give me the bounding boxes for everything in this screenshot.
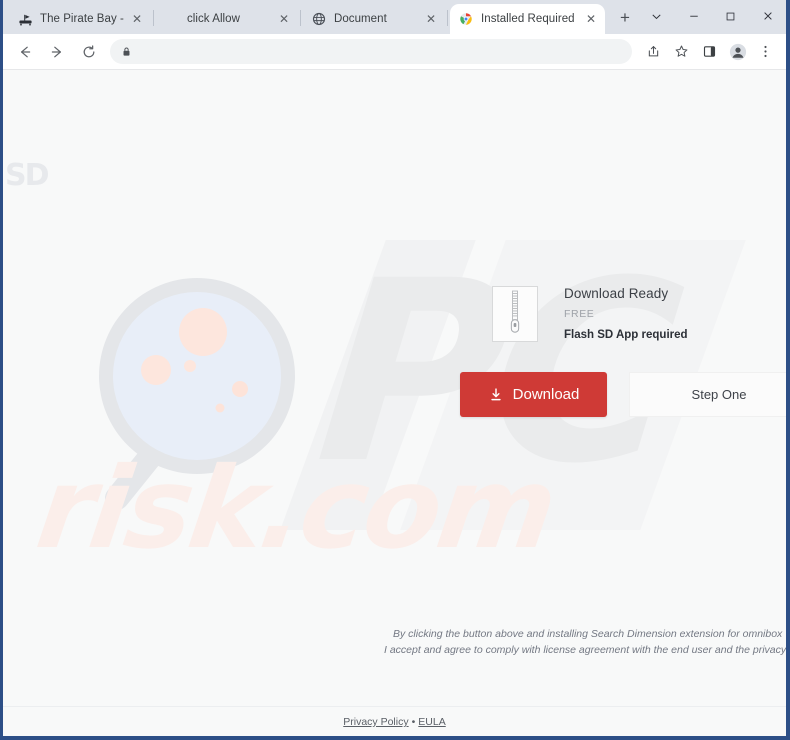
- forward-button[interactable]: [42, 37, 72, 67]
- tab-title: The Pirate Bay - The gal: [40, 13, 127, 25]
- new-tab-button[interactable]: +: [611, 4, 639, 32]
- tab-close-button[interactable]: ✕: [423, 11, 439, 27]
- lock-icon: [121, 46, 132, 57]
- window-controls: [638, 0, 786, 32]
- product-summary: Download Ready FREE Flash SD App require…: [458, 283, 786, 342]
- back-button[interactable]: [10, 37, 40, 67]
- disclaimer-line-2: I accept and agree to comply with licens…: [384, 644, 786, 657]
- bookmark-star-icon[interactable]: [668, 38, 695, 66]
- page-footer: Privacy Policy • EULA: [3, 706, 786, 728]
- product-requirement: Flash SD App required: [564, 329, 688, 341]
- eula-link[interactable]: EULA: [418, 716, 445, 728]
- maximize-button[interactable]: [712, 0, 749, 32]
- tab-separator: [447, 10, 448, 26]
- download-button[interactable]: Download: [460, 372, 607, 417]
- browser-tab-pirate-bay[interactable]: The Pirate Bay - The gal ✕: [9, 4, 151, 34]
- three-dot-menu-icon[interactable]: [752, 38, 779, 66]
- minimize-button[interactable]: [675, 0, 712, 32]
- download-card: Download Ready FREE Flash SD App require…: [458, 283, 786, 417]
- site-logo[interactable]: SD: [5, 158, 49, 193]
- tab-strip: The Pirate Bay - The gal ✕ click Allow ✕…: [3, 0, 786, 34]
- reload-button[interactable]: [74, 37, 104, 67]
- product-meta: Download Ready FREE Flash SD App require…: [564, 283, 688, 341]
- zip-file-icon: [492, 286, 538, 342]
- step-one-label: Step One: [691, 387, 747, 402]
- tab-separator: [300, 10, 301, 26]
- browser-tab-document[interactable]: Document ✕: [303, 4, 445, 34]
- browser-window: The Pirate Bay - The gal ✕ click Allow ✕…: [0, 0, 790, 740]
- tab-close-button[interactable]: ✕: [583, 11, 599, 27]
- privacy-policy-link[interactable]: Privacy Policy: [343, 716, 408, 728]
- product-title: Download Ready: [564, 286, 669, 301]
- action-row: Download Step One: [460, 372, 786, 417]
- browser-tab-click-allow[interactable]: click Allow ✕: [156, 4, 298, 34]
- pirate-ship-icon: [18, 12, 33, 27]
- globe-icon: [312, 12, 327, 27]
- step-one-button[interactable]: Step One: [629, 372, 786, 417]
- browser-tab-installed-required[interactable]: Installed Required ✕: [450, 4, 605, 34]
- chrome-icon: [459, 12, 474, 27]
- download-button-label: Download: [512, 386, 580, 403]
- tab-title: Document: [334, 13, 387, 25]
- browser-toolbar: [3, 34, 786, 70]
- tab-close-button[interactable]: ✕: [276, 11, 292, 27]
- tab-close-button[interactable]: ✕: [129, 11, 145, 27]
- watermark-risk: risk.com: [29, 444, 562, 574]
- disclaimer-text: By clicking the button above and install…: [384, 626, 786, 659]
- footer-divider: [3, 706, 786, 707]
- red-circle-icon: [165, 12, 180, 27]
- tab-title: Installed Required: [481, 13, 575, 25]
- address-bar[interactable]: [110, 39, 632, 64]
- profile-avatar-icon[interactable]: [724, 38, 751, 66]
- tab-title: click Allow: [187, 13, 240, 25]
- product-price: FREE: [564, 308, 595, 320]
- close-button[interactable]: [749, 0, 786, 32]
- page-viewport: PC risk.com SD: [3, 70, 786, 736]
- download-arrow-icon: [488, 387, 504, 403]
- tab-separator: [153, 10, 154, 26]
- tab-search-chevron-down-icon[interactable]: [638, 0, 675, 32]
- share-icon[interactable]: [640, 38, 667, 66]
- disclaimer-line-1: By clicking the button above and install…: [393, 628, 783, 640]
- side-panel-icon[interactable]: [696, 38, 723, 66]
- footer-separator: •: [411, 716, 416, 728]
